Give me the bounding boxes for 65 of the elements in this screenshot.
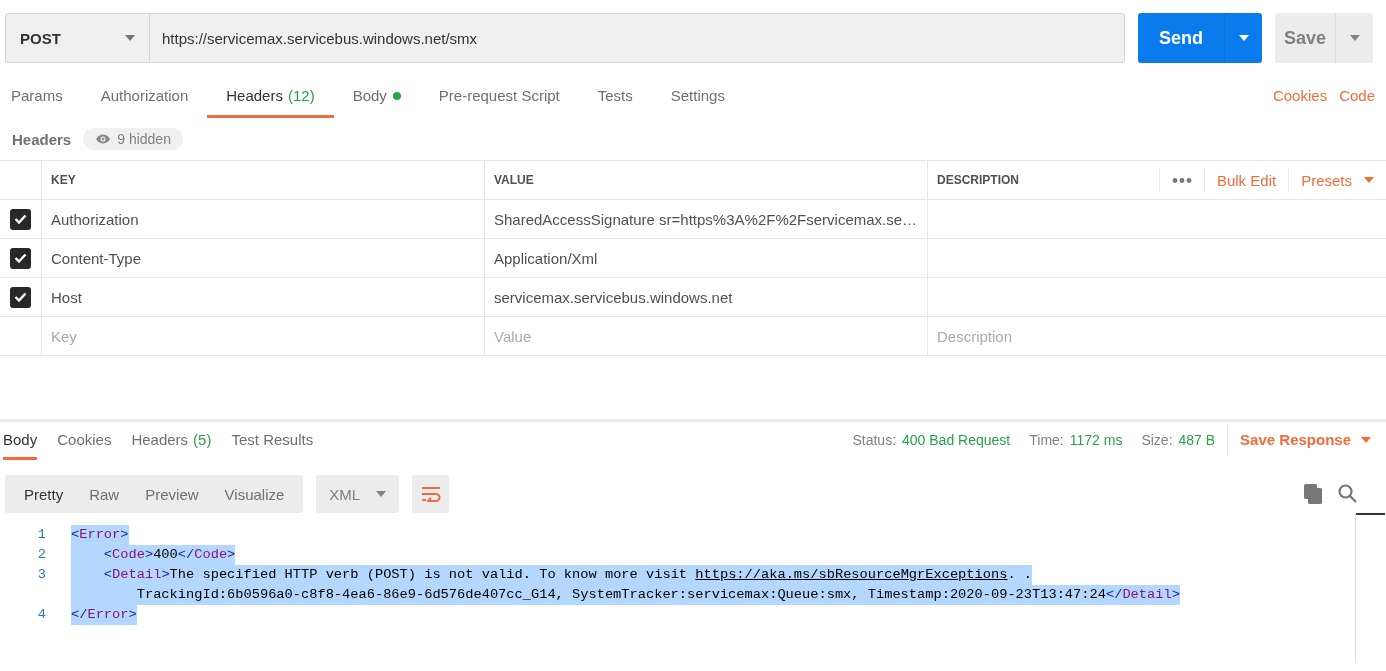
caret-icon xyxy=(1361,436,1371,443)
check-icon xyxy=(14,292,27,302)
header-value: servicemax.servicebus.windows.net xyxy=(494,288,733,306)
search-icon[interactable] xyxy=(1338,484,1357,503)
tab[interactable]: Body xyxy=(333,76,420,118)
tab[interactable]: Params xyxy=(11,76,82,118)
tab[interactable]: Pre-request Script xyxy=(419,76,579,118)
more-icon xyxy=(1171,177,1192,183)
link[interactable]: Cookies xyxy=(1272,87,1328,104)
stat-label: Size: xyxy=(1141,431,1173,448)
caret-icon xyxy=(376,491,387,497)
section-title: Headers xyxy=(12,130,72,148)
wrap-lines-icon xyxy=(420,486,441,502)
tab[interactable]: Headers (5) xyxy=(131,422,212,460)
tab[interactable]: Body xyxy=(3,422,38,460)
column-header: DESCRIPTION xyxy=(937,173,1019,187)
send-button[interactable]: Send xyxy=(1138,13,1224,63)
checkbox[interactable] xyxy=(10,286,31,308)
column-header: KEY xyxy=(51,173,76,187)
line-number: 2 xyxy=(36,546,46,564)
presets-dropdown[interactable]: Presets xyxy=(1288,168,1386,192)
format-dropdown[interactable]: XML xyxy=(316,475,400,513)
description-field[interactable]: Description xyxy=(937,327,1013,345)
tab[interactable]: Tests xyxy=(578,76,652,118)
view-tab[interactable]: Raw xyxy=(76,485,133,503)
stat-value: 400 Bad Request xyxy=(902,431,1011,448)
save-response-dropdown[interactable]: Save Response xyxy=(1227,424,1386,455)
header-key: Content-Type xyxy=(51,249,142,267)
caret-icon xyxy=(1349,35,1360,41)
header-value: Application/Xml xyxy=(494,249,598,267)
header-key: Authorization xyxy=(51,210,139,228)
value-field[interactable]: Value xyxy=(494,327,532,345)
check-icon xyxy=(14,214,27,224)
column-header: VALUE xyxy=(494,173,534,187)
header-key: Host xyxy=(51,288,82,306)
tab[interactable]: Test Results xyxy=(231,422,314,460)
stat-label: Status: xyxy=(852,431,897,448)
bulk-edit-link[interactable]: Bulk Edit xyxy=(1203,168,1289,192)
stat-value: 487 B xyxy=(1178,431,1216,448)
caret-icon xyxy=(1364,177,1374,183)
view-tab[interactable]: Preview xyxy=(132,485,212,503)
checkbox[interactable] xyxy=(10,247,31,269)
tab[interactable]: Authorization xyxy=(81,76,208,118)
hidden-headers-toggle[interactable]: 9 hidden xyxy=(83,128,183,150)
link[interactable]: Code xyxy=(1339,87,1375,104)
header-value: SharedAccessSignature sr=https%3A%2F%2Fservicemax.se… xyxy=(494,210,918,228)
save-button[interactable]: Save xyxy=(1275,13,1335,63)
line-number: 3 xyxy=(36,566,46,584)
tab[interactable]: Cookies xyxy=(57,422,112,460)
line-number: 4 xyxy=(36,606,46,624)
view-tab[interactable]: Pretty xyxy=(11,485,77,503)
line-number: 1 xyxy=(36,526,46,544)
copy-icon[interactable] xyxy=(1304,484,1322,504)
check-icon xyxy=(14,253,27,263)
key-field[interactable]: Key xyxy=(51,327,77,345)
tab[interactable]: Headers (12) xyxy=(207,76,334,118)
stat-value: 1172 ms xyxy=(1069,431,1123,448)
tab[interactable]: Settings xyxy=(651,76,744,118)
eye-icon xyxy=(95,134,112,144)
checkbox[interactable] xyxy=(10,208,31,230)
caret-icon xyxy=(1238,35,1249,41)
wrap-lines-button[interactable] xyxy=(412,475,450,513)
stat-label: Time: xyxy=(1029,431,1064,448)
scrollbar[interactable] xyxy=(1355,513,1386,661)
view-tab[interactable]: Visualize xyxy=(211,485,298,503)
